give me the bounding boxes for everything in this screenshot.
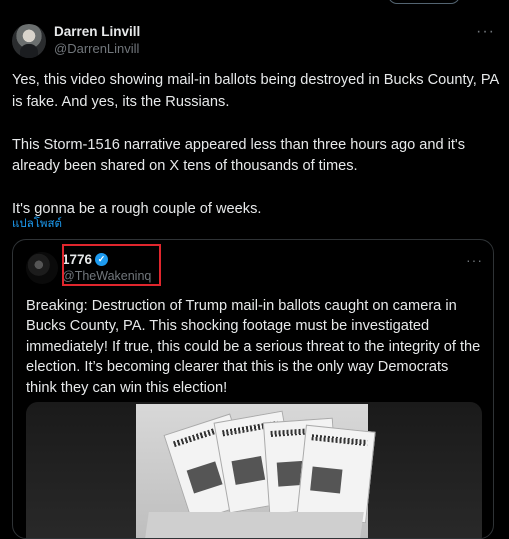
translate-post-link[interactable]: แปลโพสต์ (12, 215, 62, 233)
ballot-envelope-image (296, 424, 376, 524)
quoted-tweet-text: Breaking: Destruction of Trump mail-in b… (26, 298, 481, 396)
quoted-avatar[interactable] (26, 252, 58, 284)
tweet-paragraph: Yes, this video showing mail-in ballots … (12, 72, 499, 110)
author-name[interactable]: Darren Linvill (54, 24, 140, 39)
quoted-more-options-icon[interactable]: ··· (466, 252, 483, 268)
top-button-edge[interactable] (388, 0, 460, 4)
more-options-icon[interactable]: ··· (476, 23, 495, 41)
author-handle[interactable]: @DarrenLinvill (54, 41, 139, 56)
tweet-paragraph: This Storm-1516 narrative appeared less … (12, 136, 466, 175)
tweet-text: Yes, this video showing mail-in ballots … (12, 70, 500, 221)
ballot-box-lid-image (143, 512, 364, 538)
tweet-paragraph: It's gonna be a rough couple of weeks. (12, 201, 262, 217)
quoted-media-video[interactable] (26, 402, 482, 538)
quoted-tweet[interactable]: 1776 ✓ @TheWakeninq ··· Breaking: Destru… (12, 239, 494, 539)
author-avatar[interactable] (12, 24, 46, 58)
tweet-header: Darren Linvill @DarrenLinvill ··· (12, 20, 497, 60)
red-highlight-box (62, 244, 161, 286)
